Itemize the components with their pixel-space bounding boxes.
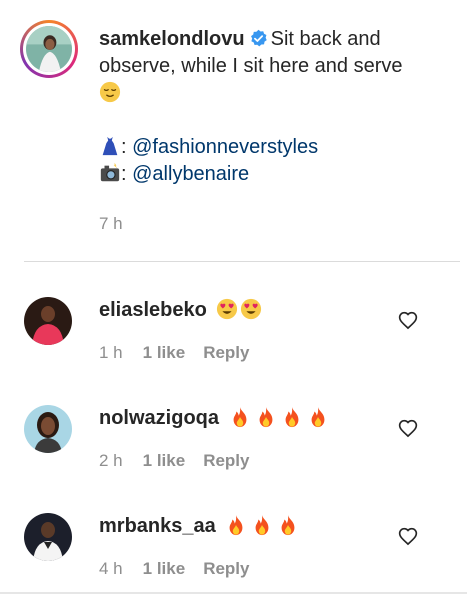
comment-avatar-eliaslebeko[interactable] (24, 297, 72, 345)
credit-separator: : (121, 163, 133, 185)
reply-button[interactable]: Reply (203, 343, 249, 363)
heart-eyes-emoji (217, 298, 238, 320)
comment-text: eliaslebeko (99, 297, 262, 323)
fire-emoji (285, 406, 298, 428)
caption-avatar-story-ring[interactable] (20, 20, 78, 78)
like-heart-icon[interactable] (398, 419, 418, 439)
comment-time: 2 h (99, 451, 123, 470)
caption-username[interactable]: samkelondlovu (99, 28, 245, 50)
comment-item: mrbanks_aa 4 h 1 like Reply (24, 513, 460, 596)
like-heart-icon[interactable] (398, 311, 418, 331)
comment-meta: 4 h 1 like Reply (99, 559, 249, 579)
caption-avatar[interactable] (26, 26, 72, 72)
credit-separator: : (121, 136, 133, 158)
comment-likes[interactable]: 1 like (143, 451, 186, 471)
fire-emoji (311, 406, 324, 428)
comment-time: 1 h (99, 343, 123, 362)
dress-emoji (102, 136, 118, 156)
comment-username[interactable]: mrbanks_aa (99, 515, 216, 537)
caption-text-block: samkelondlovu Sit back and observe, whil… (99, 26, 439, 237)
comment-text: mrbanks_aa (99, 513, 299, 539)
bottom-divider (0, 592, 467, 594)
mention-fashionneverstyles[interactable]: @fashionneverstyles (132, 136, 318, 158)
comment-avatar-mrbanks_aa[interactable] (24, 513, 72, 561)
like-heart-icon[interactable] (398, 527, 418, 547)
verified-badge-icon (250, 29, 267, 47)
heart-eyes-emoji (241, 298, 262, 320)
comment-meta: 2 h 1 like Reply (99, 451, 249, 471)
relieved-face-emoji (99, 81, 121, 103)
caption-divider (24, 261, 460, 262)
comment-likes[interactable]: 1 like (143, 343, 186, 363)
fire-emoji (281, 514, 295, 536)
comment-item: nolwazigoqa 2 h 1 like Reply (24, 405, 460, 505)
comment-text: nolwazigoqa (99, 405, 329, 431)
comment-item: eliaslebeko 1 h 1 like Reply (24, 297, 460, 397)
comment-username[interactable]: eliaslebeko (99, 299, 207, 321)
fire-emoji (255, 514, 269, 536)
fire-emoji (229, 514, 243, 536)
comment-meta: 1 h 1 like Reply (99, 343, 249, 363)
camera-flash-emoji (100, 162, 120, 182)
reply-button[interactable]: Reply (203, 451, 249, 471)
comment-likes[interactable]: 1 like (143, 559, 186, 579)
fire-emoji (259, 406, 272, 428)
comment-username[interactable]: nolwazigoqa (99, 407, 219, 429)
fire-emoji (233, 406, 246, 428)
comment-avatar-nolwazigoqa[interactable] (24, 405, 72, 453)
reply-button[interactable]: Reply (203, 559, 249, 579)
comment-time: 4 h (99, 559, 123, 578)
caption-time: 7 h (99, 214, 123, 233)
mention-allybenaire[interactable]: @allybenaire (132, 163, 249, 185)
